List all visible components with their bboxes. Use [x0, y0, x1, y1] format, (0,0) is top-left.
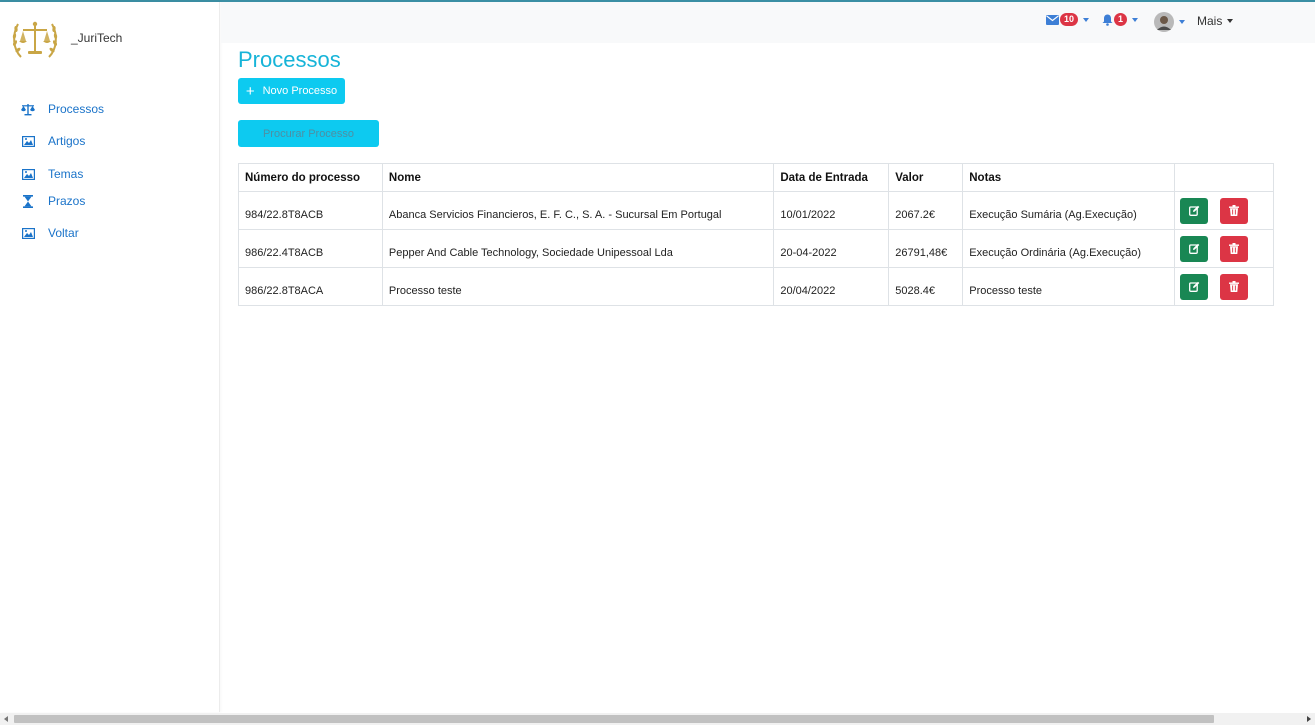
sidebar-item-label: Prazos: [48, 194, 86, 208]
horizontal-scrollbar[interactable]: [0, 713, 1315, 725]
name-cell: Pepper And Cable Technology, Sociedade U…: [381, 229, 775, 268]
brand-name: _JuriTech: [71, 31, 123, 45]
edit-button[interactable]: [1180, 197, 1208, 224]
image-icon: [20, 166, 36, 182]
table-row: 986/22.4T8ACB Pepper And Cable Technolog…: [238, 229, 1274, 268]
process-number-cell: 986/22.4T8ACB: [238, 229, 383, 268]
brand[interactable]: _JuriTech: [9, 13, 122, 65]
image-icon: [20, 133, 36, 149]
chevron-down-icon: [1179, 20, 1185, 24]
hourglass-icon: [20, 193, 36, 209]
table-row: 986/22.8T8ACA Processo teste 20/04/2022 …: [238, 267, 1274, 306]
trash-icon: [1229, 205, 1239, 216]
scale-icon: [20, 101, 36, 117]
notes-cell: Execução Ordinária (Ag.Execução): [962, 229, 1175, 268]
value-cell: 2067.2€: [888, 191, 964, 230]
actions-cell: [1174, 191, 1274, 230]
alerts-dropdown[interactable]: 1: [1102, 13, 1139, 26]
sidebar-item-label: Processos: [48, 102, 105, 116]
bell-icon: [1102, 14, 1113, 26]
delete-button[interactable]: [1220, 197, 1248, 224]
image-icon: [20, 225, 36, 241]
column-header: Nome: [381, 163, 775, 192]
actions-cell: [1174, 229, 1274, 268]
edit-icon: [1188, 205, 1199, 216]
sidebar: _JuriTech Processos Artigos Temas Prazos: [0, 2, 220, 712]
chevron-down-icon: [1083, 17, 1090, 22]
processes-table: Número do processo Nome Data de Entrada …: [238, 163, 1274, 306]
value-cell: 26791,48€: [888, 229, 964, 268]
avatar: [1154, 12, 1174, 32]
actions-column-header: [1174, 163, 1274, 192]
sidebar-item-temas[interactable]: Temas: [20, 166, 83, 182]
scales-laurel-logo-icon: [12, 21, 58, 58]
search-process-button[interactable]: Procurar Processo: [238, 120, 379, 147]
process-number-cell: 984/22.8T8ACB: [238, 191, 383, 230]
trash-icon: [1229, 243, 1239, 254]
scrollbar-thumb[interactable]: [14, 715, 1214, 723]
chevron-down-icon: [1227, 19, 1234, 23]
column-header: Notas: [962, 163, 1175, 192]
envelope-icon: [1046, 14, 1059, 25]
more-label: Mais: [1197, 14, 1223, 28]
edit-button[interactable]: [1180, 235, 1208, 262]
date-cell: 20-04-2022: [773, 229, 890, 268]
column-header: Valor: [888, 163, 964, 192]
new-process-label: Novo Processo: [262, 85, 338, 97]
trash-icon: [1229, 281, 1239, 292]
name-cell: Processo teste: [381, 267, 775, 306]
plus-icon: +: [245, 82, 255, 100]
edit-button[interactable]: [1180, 273, 1208, 300]
name-cell: Abanca Servicios Financieros, E. F. C., …: [381, 191, 775, 230]
sidebar-item-label: Temas: [48, 167, 84, 181]
sidebar-item-processos[interactable]: Processos: [20, 101, 104, 117]
alerts-count-badge: 1: [1114, 13, 1128, 26]
process-number-cell: 986/22.8T8ACA: [238, 267, 383, 306]
edit-icon: [1188, 281, 1199, 292]
scroll-left-arrow-icon[interactable]: [4, 716, 8, 722]
column-header: Número do processo: [238, 163, 383, 192]
sidebar-item-artigos[interactable]: Artigos: [20, 133, 85, 149]
sidebar-item-prazos[interactable]: Prazos: [20, 193, 85, 209]
date-cell: 10/01/2022: [773, 191, 890, 230]
more-dropdown[interactable]: Mais: [1197, 14, 1234, 28]
new-process-button[interactable]: + Novo Processo: [238, 78, 345, 104]
notes-cell: Execução Sumária (Ag.Execução): [962, 191, 1175, 230]
sidebar-item-label: Artigos: [48, 134, 86, 148]
top-navbar: 10 1 Mais: [221, 2, 1315, 43]
messages-count-badge: 10: [1060, 13, 1079, 26]
date-cell: 20/04/2022: [773, 267, 890, 306]
notes-cell: Processo teste: [962, 267, 1175, 306]
table-header-row: Número do processo Nome Data de Entrada …: [238, 163, 1274, 192]
value-cell: 5028.4€: [888, 267, 964, 306]
sidebar-item-label: Voltar: [48, 226, 79, 240]
chevron-down-icon: [1132, 17, 1139, 22]
user-dropdown[interactable]: [1154, 12, 1185, 32]
messages-dropdown[interactable]: 10: [1046, 13, 1090, 26]
edit-icon: [1188, 243, 1199, 254]
delete-button[interactable]: [1220, 273, 1248, 300]
page-title: Processos: [238, 47, 341, 72]
delete-button[interactable]: [1220, 235, 1248, 262]
scroll-right-arrow-icon[interactable]: [1307, 716, 1311, 722]
sidebar-item-voltar[interactable]: Voltar: [20, 225, 79, 241]
table-row: 984/22.8T8ACB Abanca Servicios Financier…: [238, 191, 1274, 230]
actions-cell: [1174, 267, 1274, 306]
column-header: Data de Entrada: [773, 163, 890, 192]
search-process-label: Procurar Processo: [262, 127, 355, 140]
